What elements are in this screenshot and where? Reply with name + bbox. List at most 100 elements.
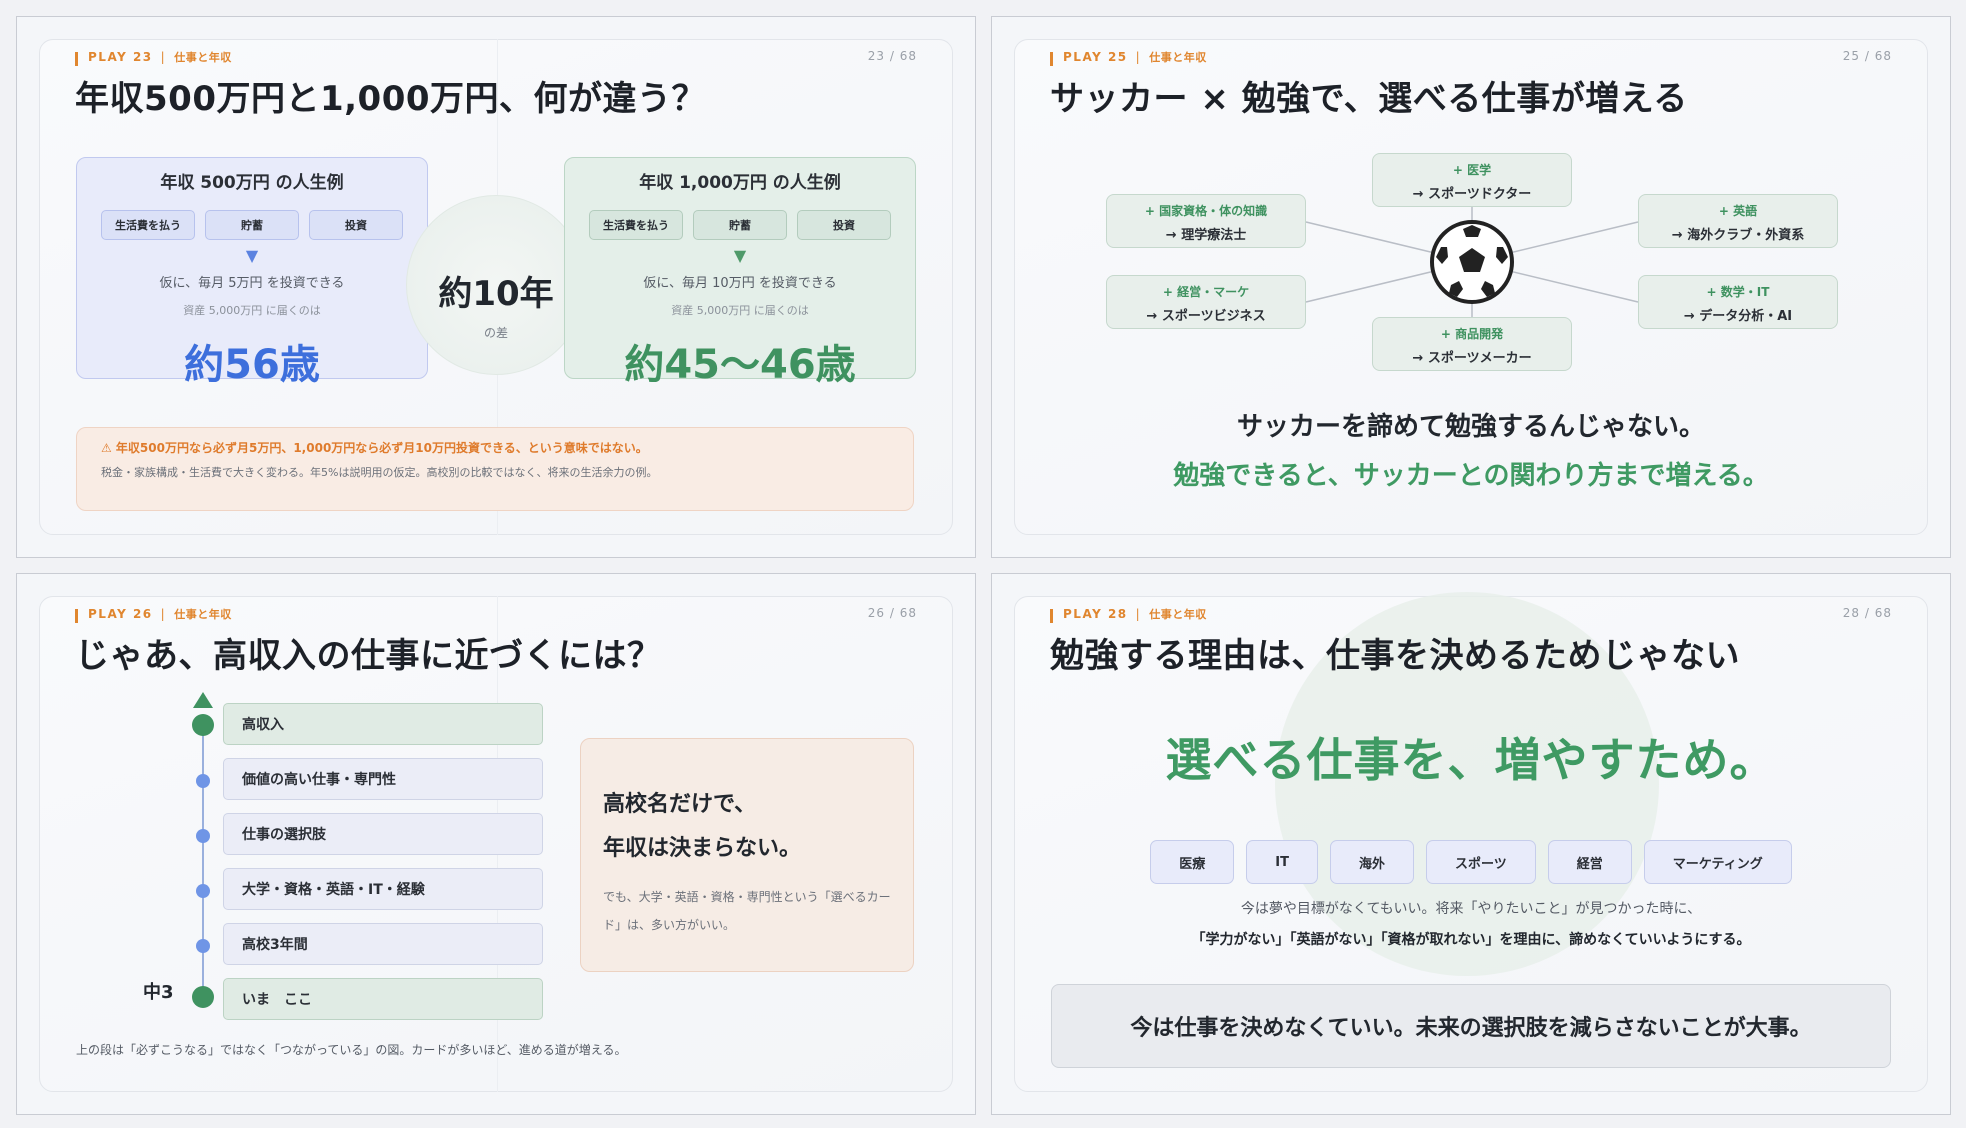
timeline-dot-top — [192, 714, 214, 736]
slide-play-26[interactable]: PLAY 26 | 仕事と年収 26 / 68 じゃあ、高収入の仕事に近づくには… — [16, 573, 976, 1115]
tag-medical: 医療 — [1150, 840, 1235, 884]
note-card: 高校名だけで、 年収は決まらない。 でも、大学・英語・資格・専門性という「選べる… — [580, 738, 914, 972]
play-number: PLAY 26 — [88, 606, 153, 621]
invest-line: 仮に、毎月 10万円 を投資できる — [643, 276, 837, 291]
node-job: → データ分析・AI — [1683, 309, 1793, 324]
slide-title: 年収500万円と1,000万円、何が違う？ — [75, 79, 707, 119]
node-skill: + 商品開発 — [1440, 327, 1504, 341]
age-result: 約45〜46歳 — [624, 342, 856, 388]
tag-marketing: マーケティング — [1643, 840, 1792, 884]
node-job: → スポーツメーカー — [1412, 351, 1532, 366]
node-job: → スポーツビジネス — [1146, 309, 1266, 324]
step-specialty: 価値の高い仕事・専門性 — [223, 758, 543, 800]
card-heading: 年収 1,000万円 の人生例 — [639, 173, 841, 193]
node-physical-therapist: + 国家資格・体の知識 → 理学療法士 — [1106, 194, 1306, 248]
header-separator: | — [160, 606, 167, 621]
timeline-dot — [196, 939, 210, 953]
page-number: 23 / 68 — [867, 49, 917, 63]
arrow-up-icon — [193, 692, 213, 708]
footer-note: 上の段は「必ずこうなる」ではなく「つながっている」の図。カードが多いほど、進める… — [76, 1043, 627, 1057]
timeline-dot-now — [192, 986, 214, 1008]
step-high-income: 高収入 — [223, 703, 543, 745]
pill-row: 生活費を払う 貯蓄 投資 — [589, 210, 891, 240]
node-job: → 理学療法士 — [1165, 228, 1247, 243]
note-body: でも、大学・英語・資格・専門性という「選べるカード」は、多い方がいい。 — [603, 890, 891, 932]
page-number: 26 / 68 — [867, 606, 917, 620]
play-number: PLAY 23 — [88, 49, 153, 64]
field-tags: 医療 IT 海外 スポーツ 経営 マーケティング — [992, 840, 1950, 884]
timeline-dot — [196, 774, 210, 788]
category-label: 仕事と年収 — [174, 607, 232, 621]
slide-title: じゃあ、高収入の仕事に近づくには？ — [75, 636, 662, 676]
asset-line: 資産 5,000万円 に届くのは — [671, 304, 809, 317]
slide-header: PLAY 23 | 仕事と年収 — [75, 47, 232, 66]
header-separator: | — [1135, 606, 1142, 621]
accent-bar — [1050, 609, 1053, 623]
category-label: 仕事と年収 — [174, 50, 232, 64]
difference-value: 約10年 — [438, 274, 554, 314]
tag-overseas: 海外 — [1329, 840, 1414, 884]
difference-circle: 約10年 の差 — [406, 195, 586, 375]
step-high-school: 高校3年間 — [223, 923, 543, 965]
income-500-card: 年収 500万円 の人生例 生活費を払う 貯蓄 投資 ▼ 仮に、毎月 5万円 を… — [76, 157, 428, 388]
header-separator: | — [160, 49, 167, 64]
page-number: 28 / 68 — [1842, 606, 1892, 620]
category-label: 仕事と年収 — [1149, 607, 1207, 621]
node-skill: + 経営・マーケ — [1162, 285, 1250, 299]
slide-title: 勉強する理由は、仕事を決めるためじゃない — [1050, 636, 1740, 676]
tag-it: IT — [1246, 840, 1318, 884]
note-title-line-1: 高校名だけで、 — [603, 792, 757, 817]
node-job: → スポーツドクター — [1412, 187, 1532, 202]
warning-headline: ⚠ 年収500万円なら必ず月5万円、1,000万円なら必ず月10万円投資できる、… — [101, 441, 648, 455]
timeline-dot — [196, 884, 210, 898]
difference-caption: の差 — [483, 326, 508, 340]
body-text-1: 今は夢や目標がなくてもいい。将来「やりたいこと」が見つかった時に、 — [1240, 901, 1702, 917]
node-overseas-club: + 英語 → 海外クラブ・外資系 — [1638, 194, 1838, 248]
slide-play-23[interactable]: PLAY 23 | 仕事と年収 23 / 68 年収500万円と1,000万円、… — [16, 16, 976, 558]
timeline-dot — [196, 829, 210, 843]
node-sports-maker: + 商品開発 → スポーツメーカー — [1372, 317, 1572, 371]
card-heading: 年収 500万円 の人生例 — [160, 173, 344, 193]
node-sports-doctor: + 医学 → スポーツドクター — [1372, 153, 1572, 207]
soccer-ball-icon — [1430, 220, 1514, 304]
slide-header: PLAY 26 | 仕事と年収 — [75, 604, 232, 623]
slide-play-28[interactable]: PLAY 28 | 仕事と年収 28 / 68 勉強する理由は、仕事を決めるため… — [991, 573, 1951, 1115]
step-university-skills: 大学・資格・英語・IT・経験 — [223, 868, 543, 910]
node-skill: + 数学・IT — [1706, 285, 1770, 299]
tag-management: 経営 — [1547, 840, 1632, 884]
grade-label: 中3 — [143, 982, 174, 1003]
node-job: → 海外クラブ・外資系 — [1671, 228, 1805, 243]
step-now: いま ここ — [223, 978, 543, 1020]
body-text-2: 「学力がない」「英語がない」「資格が取れない」を理由に、諦めなくていいようにする… — [1191, 932, 1751, 948]
slide-play-25[interactable]: PLAY 25 | 仕事と年収 25 / 68 サッカー × 勉強で、選べる仕事… — [991, 16, 1951, 558]
invest-line: 仮に、毎月 5万円 を投資できる — [159, 276, 345, 291]
note-title-line-2: 年収は決まらない。 — [603, 836, 802, 861]
asset-line: 資産 5,000万円 に届くのは — [183, 304, 321, 317]
pill-living-cost: 生活費を払う — [101, 210, 195, 240]
node-sports-business: + 経営・マーケ → スポーツビジネス — [1106, 275, 1306, 329]
node-skill: + 国家資格・体の知識 — [1144, 204, 1268, 218]
timeline-line — [202, 716, 204, 1001]
pill-row: 生活費を払う 貯蓄 投資 — [101, 210, 403, 240]
pill-savings: 貯蓄 — [693, 210, 787, 240]
headline: 選べる仕事を、増やすため。 — [1165, 733, 1777, 787]
pill-savings: 貯蓄 — [205, 210, 299, 240]
warning-box: ⚠ 年収500万円なら必ず月5万円、1,000万円なら必ず月10万円投資できる、… — [76, 427, 914, 511]
message-line-2: 勉強できると、サッカーとの関わり方まで増える。 — [1173, 461, 1769, 491]
node-skill: + 英語 — [1718, 204, 1758, 218]
pill-investment: 投資 — [309, 210, 403, 240]
age-result: 約56歳 — [184, 342, 320, 388]
play-number: PLAY 28 — [1063, 606, 1128, 621]
slide-header: PLAY 28 | 仕事と年収 — [1050, 604, 1207, 623]
note-title: 高校名だけで、 年収は決まらない。 — [603, 783, 801, 871]
step-job-options: 仕事の選択肢 — [223, 813, 543, 855]
node-data-ai: + 数学・IT → データ分析・AI — [1638, 275, 1838, 329]
pill-living-cost: 生活費を払う — [589, 210, 683, 240]
summary-box: 今は仕事を決めなくていい。未来の選択肢を減らさないことが大事。 — [1051, 984, 1891, 1068]
arrow-down-icon: ▼ — [733, 246, 747, 265]
accent-bar — [75, 609, 78, 623]
income-1000-card: 年収 1,000万円 の人生例 生活費を払う 貯蓄 投資 ▼ 仮に、毎月 10万… — [564, 157, 916, 388]
accent-bar — [75, 52, 78, 66]
pill-investment: 投資 — [797, 210, 891, 240]
warning-detail: 税金・家族構成・生活費で大きく変わる。年5%は説明用の仮定。高校別の比較ではなく… — [101, 466, 658, 479]
